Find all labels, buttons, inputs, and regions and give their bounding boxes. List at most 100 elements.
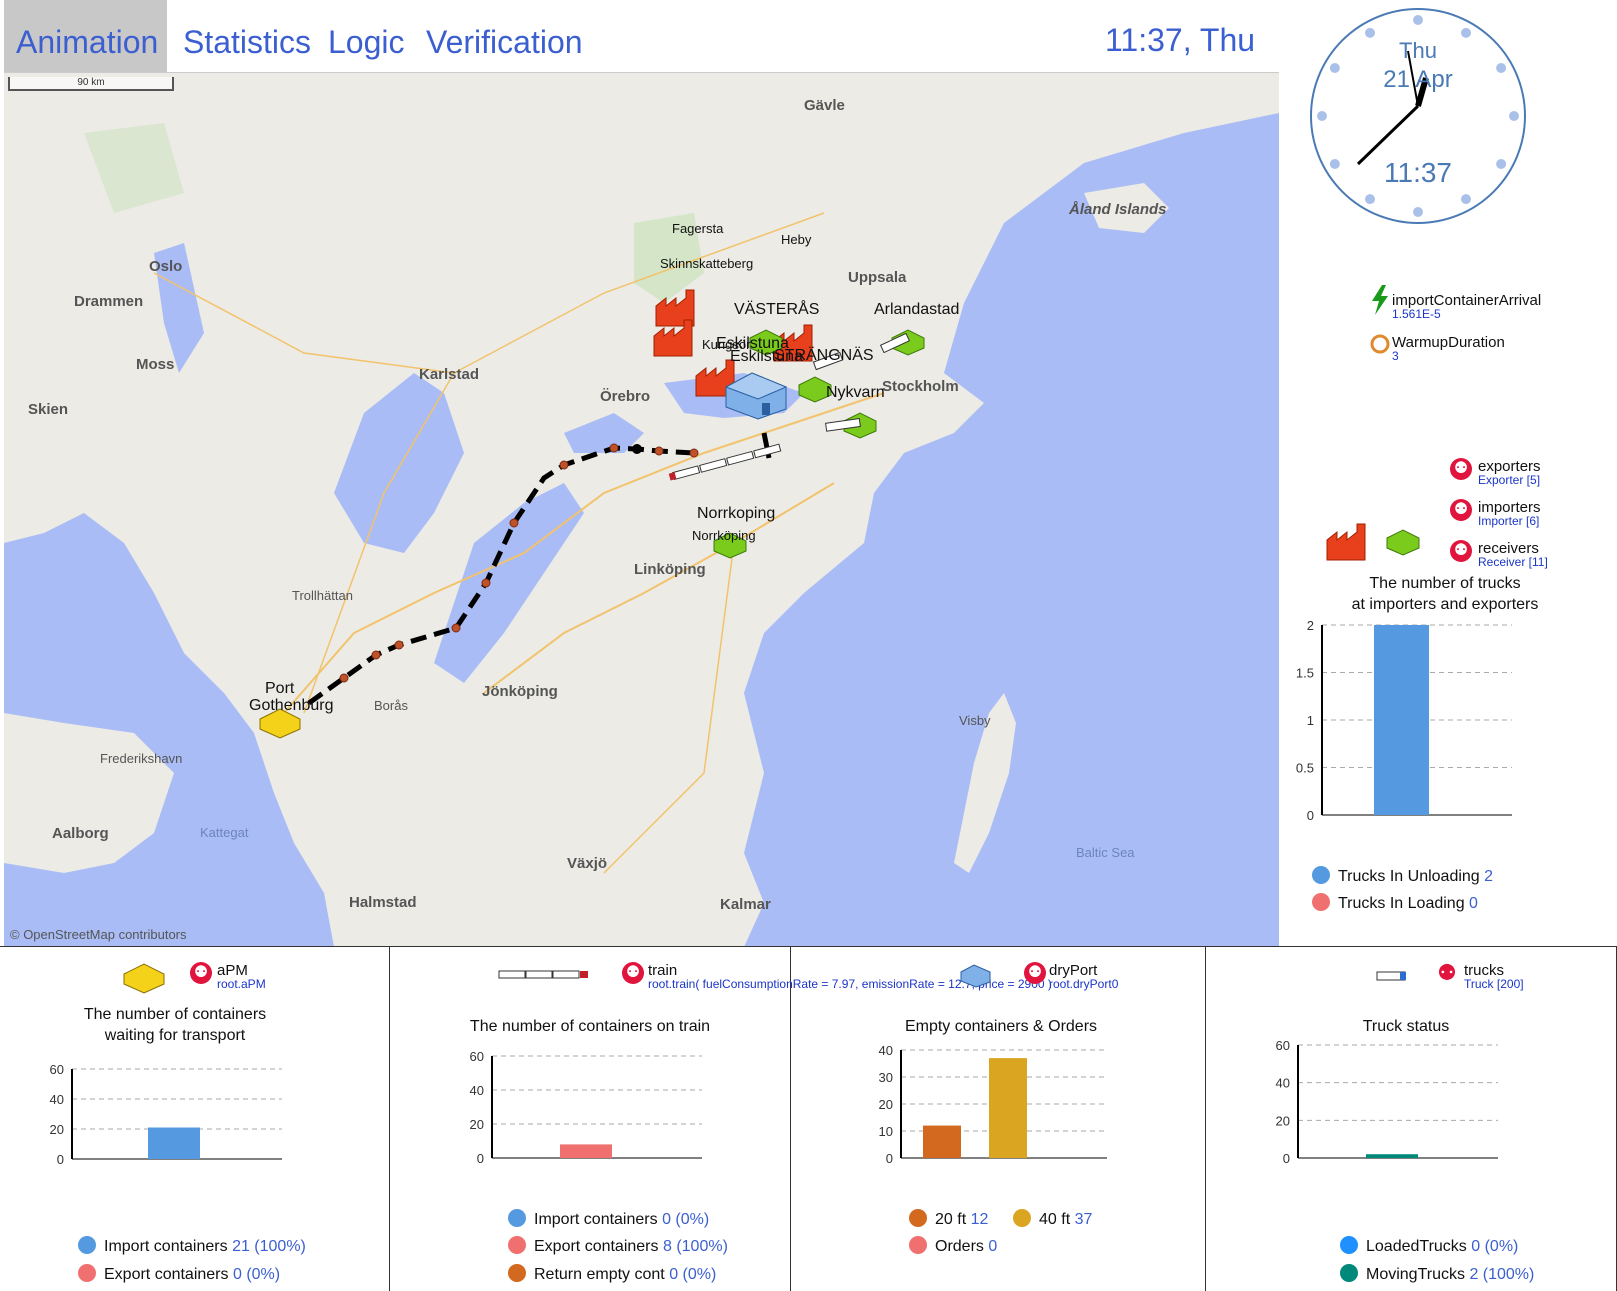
y-tick-label: 20: [1276, 1113, 1290, 1128]
clock-tick: [1413, 15, 1423, 25]
y-tick-label: 60: [50, 1063, 64, 1077]
agent-icon[interactable]: ⚉: [190, 962, 212, 984]
city-label: Drammen: [74, 293, 144, 310]
legend-item: Return empty cont 0 (0%): [508, 1264, 716, 1284]
population-icon[interactable]: ⚉: [1450, 499, 1472, 521]
clock-date: 21 Apr: [1383, 66, 1452, 93]
clock-tick: [1461, 194, 1471, 205]
node-label: Heby: [781, 232, 812, 247]
legend-item: Trucks In Loading 0: [1312, 893, 1478, 913]
y-tick-label: 1: [1307, 713, 1314, 728]
tab-verification[interactable]: Verification: [414, 0, 595, 72]
y-tick-label: 40: [50, 1092, 64, 1107]
city-label: Halmstad: [349, 894, 417, 911]
agent-dryport[interactable]: dryPort root.dryPort0: [1049, 962, 1118, 991]
model-time-text: 11:37, Thu: [1105, 22, 1256, 58]
factory-icon: [1326, 523, 1366, 561]
trucks-bar-chart: 0 0.5 1 1.5 2: [1296, 618, 1512, 823]
dryport-building-icon: [960, 964, 991, 988]
y-tick-label: 20: [879, 1097, 893, 1112]
city-label: Frederikshavn: [100, 751, 183, 766]
panel-trucks: ⚉ trucks Truck [200] Truck status 0 20 40 60…: [1206, 946, 1617, 1291]
city-label: Jönköping: [482, 683, 558, 700]
map-attribution: © OpenStreetMap contributors: [10, 927, 187, 942]
population-receivers[interactable]: receivers Receiver [11]: [1478, 540, 1548, 569]
tab-animation[interactable]: Animation: [4, 0, 167, 72]
population-icon[interactable]: ⚉: [1436, 962, 1458, 984]
truck-status-bar-chart: 0 20 40 60: [1276, 1039, 1498, 1164]
population-importers[interactable]: importers Importer [6]: [1478, 499, 1541, 528]
node-label: VÄSTERÅS: [734, 301, 820, 318]
event-import-container-arrival[interactable]: importContainerArrival 1.561E-5: [1392, 292, 1541, 321]
node-label: Nykvarn: [826, 384, 885, 401]
clock-day: Thu: [1399, 38, 1437, 63]
node-label: Norrköping: [692, 528, 756, 543]
tab-logic[interactable]: Logic: [316, 0, 417, 72]
legend-item: Import containers 0 (0%): [508, 1209, 709, 1229]
population-exporters[interactable]: exporters Exporter [5]: [1478, 458, 1541, 487]
lightning-icon[interactable]: [1370, 285, 1390, 315]
y-tick-label: 0: [1283, 1151, 1290, 1164]
event-warmup-duration[interactable]: WarmupDuration 3: [1392, 334, 1505, 363]
legend-item: 40 ft 37: [1013, 1209, 1092, 1229]
y-tick-label: 0: [886, 1151, 893, 1164]
y-tick-label: 2: [1307, 618, 1314, 633]
y-tick-label: 0.5: [1296, 761, 1314, 776]
y-tick-label: 60: [470, 1050, 484, 1064]
legend-item: Import containers 21 (100%): [78, 1236, 306, 1256]
bar: [1374, 625, 1429, 815]
legend-item: Orders 0: [909, 1236, 997, 1256]
population-icon[interactable]: ⚉: [1450, 458, 1472, 480]
chart-title: Empty containers & Orders: [904, 1018, 1098, 1035]
chart-title: The number of containers waiting for tran…: [83, 1006, 267, 1044]
legend-item: LoadedTrucks 0 (0%): [1340, 1236, 1518, 1256]
legend-item: Trucks In Unloading 2: [1312, 866, 1493, 886]
truck-icon[interactable]: [879, 333, 913, 353]
node-label: Skinnskatteberg: [660, 256, 754, 271]
y-tick-label: 1.5: [1296, 666, 1314, 681]
right-panel: Thu 21 Apr 11:37 importContainerArrival 1…: [1280, 0, 1617, 946]
agent-trucks[interactable]: trucks Truck [200]: [1464, 962, 1524, 991]
train-icon: [498, 970, 588, 979]
analog-clock: Thu 21 Apr 11:37: [1310, 8, 1526, 224]
map-view[interactable]: 90 km © OpenStreetMap contributors Gävle…: [4, 72, 1279, 946]
clock-tick: [1365, 27, 1375, 38]
city-label: Åland Islands: [1069, 201, 1167, 218]
chart-title: The number of containers on train: [469, 1018, 711, 1035]
panel-dryport: ⚉ dryPort root.dryPort0 Empty containers …: [791, 946, 1206, 1291]
map-scale: 90 km: [8, 77, 174, 91]
clock-time: 11:37: [1384, 157, 1452, 188]
timeout-icon[interactable]: [1370, 334, 1390, 354]
bar: [1366, 1154, 1418, 1158]
dryport-building-icon[interactable]: [722, 363, 792, 421]
legend-item: 20 ft 12: [909, 1209, 988, 1229]
population-icon[interactable]: ⚉: [1450, 540, 1472, 562]
port-icon: [123, 963, 165, 994]
clock-tick: [1496, 63, 1507, 73]
clock-tick: [1496, 159, 1507, 169]
y-tick-label: 40: [1276, 1076, 1290, 1091]
city-label: Växjö: [567, 855, 608, 872]
truck-icon[interactable]: [824, 415, 864, 435]
factory-icon[interactable]: [652, 318, 698, 358]
node-label: Port: [265, 680, 295, 697]
city-label: Linköping: [634, 561, 706, 578]
y-tick-label: 30: [879, 1070, 893, 1085]
bar: [560, 1144, 612, 1158]
city-label: Karlstad: [419, 366, 480, 383]
y-tick-label: 0: [1307, 808, 1314, 823]
y-tick-label: 40: [470, 1083, 484, 1098]
city-label: Aalborg: [52, 825, 109, 842]
train-icon[interactable]: [668, 438, 788, 488]
node-label: STRÄNGNÄS: [774, 347, 874, 364]
node-label: Norrkoping: [697, 505, 776, 522]
city-label: Skien: [28, 401, 69, 418]
panel-train: ⚉ train root.train( fuelConsumptionRate =…: [390, 946, 1052, 1291]
city-label: Stockholm: [882, 378, 959, 395]
tab-statistics[interactable]: Statistics: [171, 0, 323, 72]
agent-apm[interactable]: aPM root.aPM: [217, 962, 266, 991]
agent-icon[interactable]: ⚉: [622, 962, 644, 984]
node-label: Arlandastad: [874, 301, 960, 318]
agent-icon[interactable]: ⚉: [1024, 962, 1046, 984]
city-label: Visby: [959, 713, 991, 728]
